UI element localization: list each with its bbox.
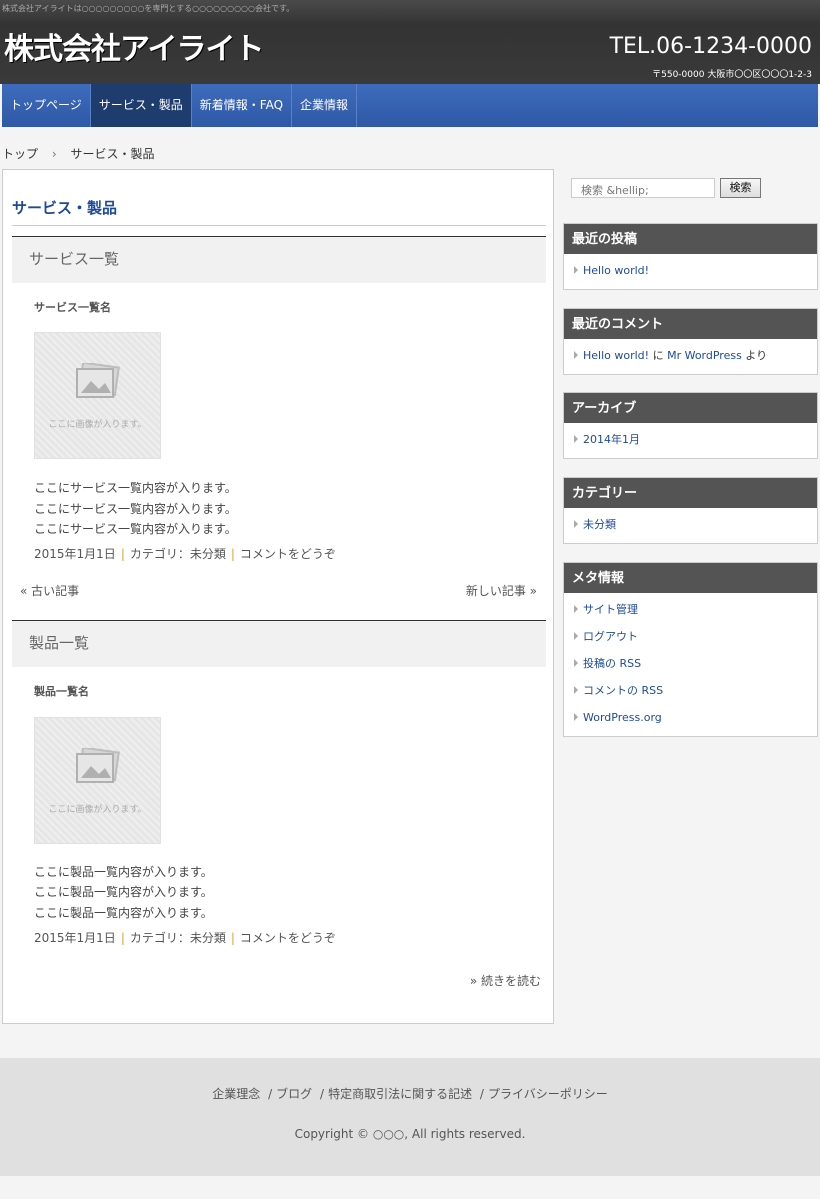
post-date: 2015年1月1日 (34, 931, 116, 945)
widget-meta: メタ情報 サイト管理 ログアウト 投稿の RSS コメントの RSS WordP… (563, 562, 818, 737)
post-comment-link[interactable]: コメントをどうぞ (240, 931, 336, 945)
site-footer: 企業理念 / ブログ / 特定商取引法に関する記述 / プライバシーポリシー Copy… (0, 1058, 820, 1176)
widget-recent-posts: 最近の投稿 Hello world! (563, 223, 818, 290)
footer-separator: / (268, 1087, 273, 1101)
list-item: Hello world! に Mr WordPress より (564, 343, 817, 370)
site-header: 株式会社アイライトは○○○○○○○○○を専門とする○○○○○○○○○会社です。 … (0, 0, 820, 84)
placeholder-text: ここに画像が入ります。 (48, 805, 147, 815)
meta-link-wordpress[interactable]: WordPress.org (583, 711, 662, 724)
comment-tail: より (741, 349, 768, 362)
widget-categories: カテゴリー 未分類 (563, 477, 818, 544)
post-body-line: ここに製品一覧内容が入ります。 (34, 885, 213, 899)
post-body-line: ここに製品一覧内容が入ります。 (34, 865, 213, 879)
breadcrumb: トップ › サービス・製品 (2, 145, 155, 162)
widget-recent-comments: 最近のコメント Hello world! に Mr WordPress より (563, 308, 818, 375)
post-body-line: ここにサービス一覧内容が入ります。 (34, 502, 237, 516)
main-content: サービス・製品 サービス一覧 サービス一覧名 ここに画像が入ります。 ここにサー… (2, 169, 554, 1024)
title-divider (12, 225, 546, 226)
post-category[interactable]: カテゴリ：未分類 (130, 547, 226, 561)
post-body-line: ここにサービス一覧内容が入ります。 (34, 481, 237, 495)
company-address: 〒550-0000 大阪市〇〇区〇〇〇1-2-3 (652, 70, 812, 80)
page-title: サービス・製品 (12, 199, 118, 217)
footer-link-philosophy[interactable]: 企業理念 (212, 1087, 260, 1101)
widget-title: 最近のコメント (564, 309, 817, 339)
post-comment-link[interactable]: コメントをどうぞ (240, 547, 336, 561)
copyright: Copyright © ○○○, All rights reserved. (294, 1127, 526, 1141)
post-body-line: ここにサービス一覧内容が入ります。 (34, 522, 237, 536)
site-logo[interactable]: 株式会社アイライト (4, 24, 264, 68)
breadcrumb-separator: › (51, 147, 57, 161)
widget-title: メタ情報 (564, 563, 817, 593)
item-name-products: 製品一覧名 (34, 685, 89, 698)
footer-links: 企業理念 / ブログ / 特定商取引法に関する記述 / プライバシーポリシー (0, 1085, 820, 1102)
nav-item-services[interactable]: サービス・製品 (90, 84, 192, 127)
global-nav: トップページ サービス・製品 新着情報・FAQ 企業情報 (2, 84, 818, 127)
meta-link-posts-rss[interactable]: 投稿の RSS (583, 657, 641, 670)
post-meta: 2015年1月1日 | カテゴリ：未分類 | コメントをどうぞ (34, 547, 336, 561)
nav-item-top[interactable]: トップページ (2, 84, 91, 127)
list-item: WordPress.org (564, 705, 817, 732)
post-meta: 2015年1月1日 | カテゴリ：未分類 | コメントをどうぞ (34, 931, 336, 945)
widget-title: カテゴリー (564, 478, 817, 508)
meta-link-admin[interactable]: サイト管理 (583, 603, 638, 616)
list-item: Hello world! (564, 258, 817, 285)
photo-icon (76, 363, 120, 398)
placeholder-image: ここに画像が入ります。 (34, 717, 161, 844)
footer-separator: / (479, 1087, 484, 1101)
comment-connector: に (649, 349, 668, 362)
widget-title: アーカイブ (564, 393, 817, 423)
widget-archives: アーカイブ 2014年1月 (563, 392, 818, 459)
post-category[interactable]: カテゴリ：未分類 (130, 931, 226, 945)
list-item: 投稿の RSS (564, 651, 817, 678)
meta-link-logout[interactable]: ログアウト (583, 630, 638, 643)
comment-post-link[interactable]: Hello world! (583, 349, 649, 362)
older-posts-link[interactable]: « 古い記事 (20, 582, 79, 599)
footer-link-blog[interactable]: ブログ (276, 1087, 312, 1101)
footer-link-privacy[interactable]: プライバシーポリシー (488, 1087, 608, 1101)
phone-number: TEL.06-1234-0000 (609, 34, 812, 59)
post-body-line: ここに製品一覧内容が入ります。 (34, 906, 213, 920)
list-item: 未分類 (564, 512, 817, 539)
nav-item-news-faq[interactable]: 新着情報・FAQ (192, 84, 293, 127)
breadcrumb-current: サービス・製品 (70, 147, 155, 161)
list-item: 2014年1月 (564, 427, 817, 454)
category-link[interactable]: 未分類 (583, 518, 616, 531)
archive-link[interactable]: 2014年1月 (583, 433, 640, 446)
search-button[interactable]: 検索 (720, 178, 761, 198)
placeholder-image: ここに画像が入ります。 (34, 332, 161, 459)
post-heading-services[interactable]: サービス一覧 (12, 236, 546, 283)
placeholder-text: ここに画像が入ります。 (48, 420, 147, 430)
recent-post-link[interactable]: Hello world! (583, 264, 649, 277)
comment-author-link[interactable]: Mr WordPress (667, 349, 742, 362)
nav-item-company[interactable]: 企業情報 (292, 84, 358, 127)
list-item: コメントの RSS (564, 678, 817, 705)
meta-link-comments-rss[interactable]: コメントの RSS (583, 684, 663, 697)
footer-separator: / (320, 1087, 325, 1101)
newer-posts-link[interactable]: 新しい記事 » (466, 582, 537, 599)
search-input[interactable]: 検索 &hellip; (571, 178, 715, 198)
read-more-link[interactable]: » 続きを読む (470, 972, 541, 989)
photo-icon (76, 748, 120, 783)
list-item: ログアウト (564, 624, 817, 651)
post-heading-products[interactable]: 製品一覧 (12, 620, 546, 667)
list-item: サイト管理 (564, 597, 817, 624)
item-name-services: サービス一覧名 (34, 301, 111, 314)
post-date: 2015年1月1日 (34, 547, 116, 561)
breadcrumb-home[interactable]: トップ (2, 147, 38, 161)
widget-title: 最近の投稿 (564, 224, 817, 254)
footer-link-commerce[interactable]: 特定商取引法に関する記述 (328, 1087, 472, 1101)
site-tagline: 株式会社アイライトは○○○○○○○○○を専門とする○○○○○○○○○会社です。 (2, 4, 295, 13)
